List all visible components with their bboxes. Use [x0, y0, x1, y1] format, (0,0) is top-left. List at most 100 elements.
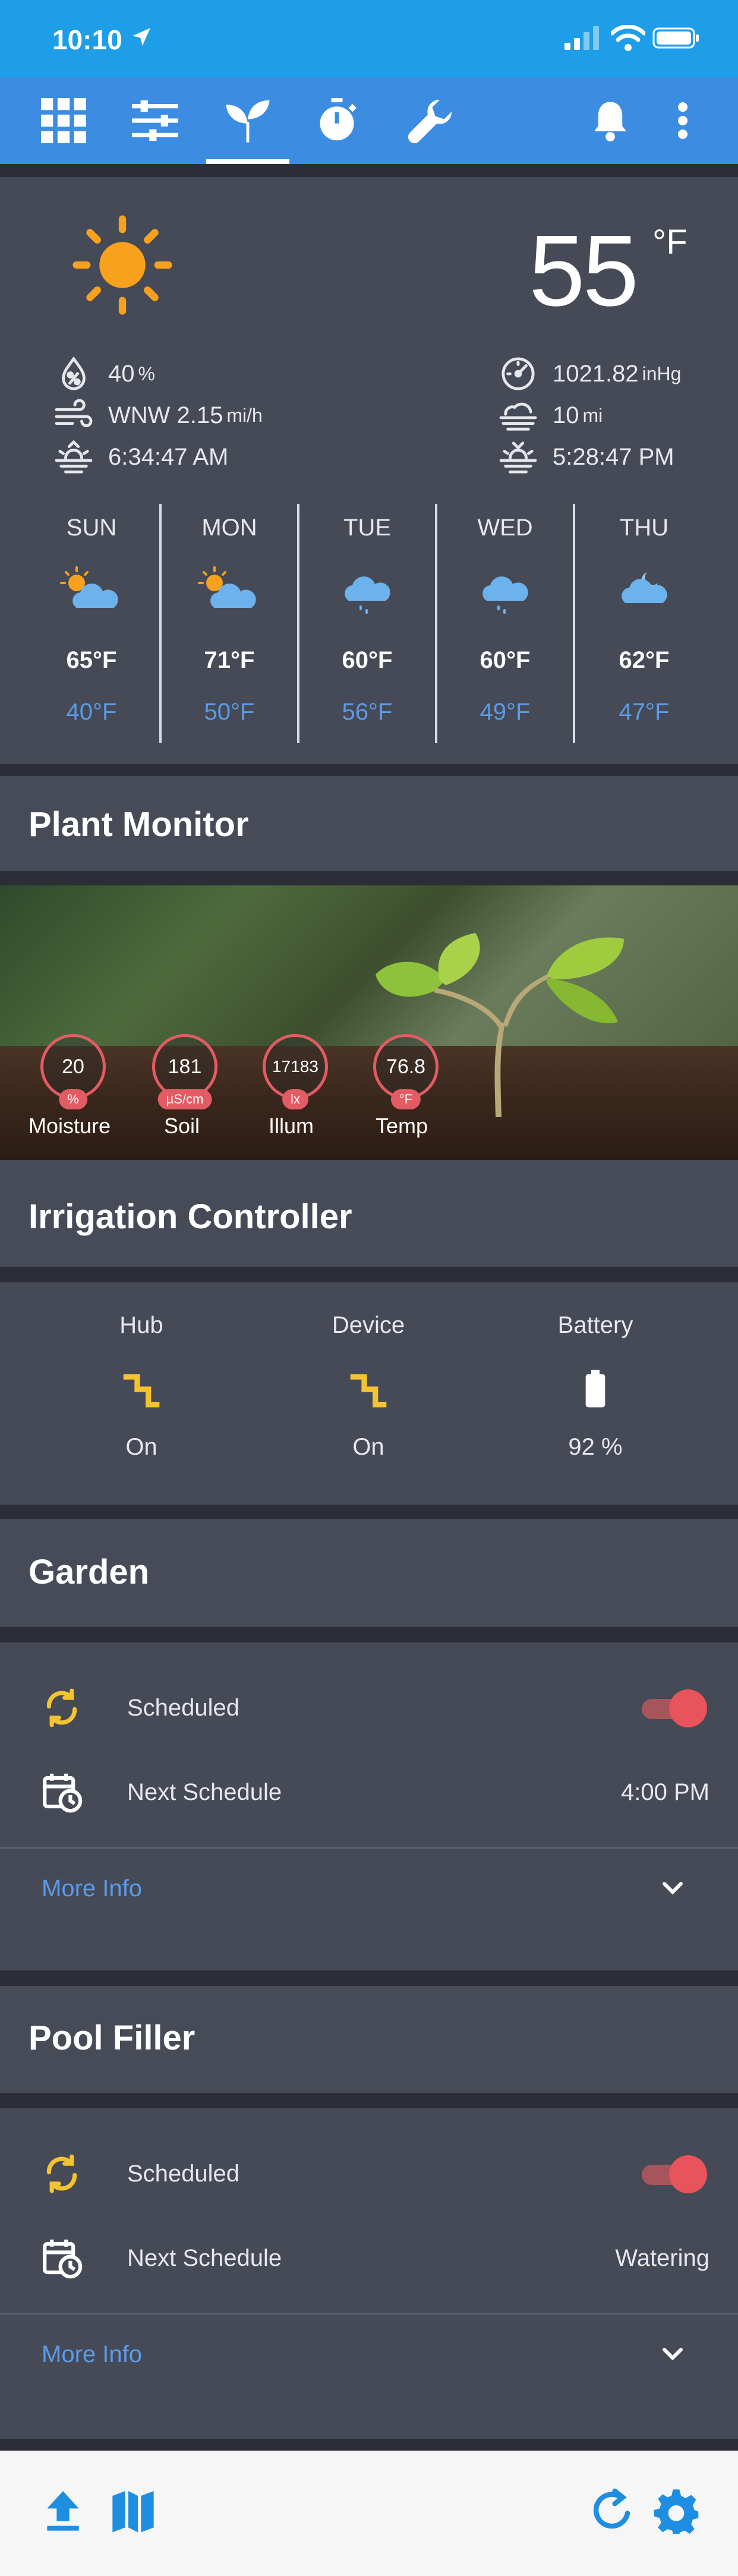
- cloudy-night-icon: [622, 572, 667, 603]
- sunset-icon: [499, 442, 537, 474]
- notifications-button[interactable]: [578, 89, 643, 152]
- more-info-link[interactable]: More Info: [42, 1875, 142, 1902]
- pressure-value: 1021.82: [553, 360, 639, 387]
- irrigation-status-card: Hub On Device On Battery 92 %: [0, 1282, 738, 1505]
- sun-icon: [72, 215, 172, 315]
- sliders-icon: [132, 100, 178, 141]
- status-value: On: [352, 1434, 384, 1460]
- section-title: Plant Monitor: [29, 805, 249, 844]
- chevron-down-icon[interactable]: [658, 1873, 687, 1902]
- gauge-label: Soil: [164, 1114, 200, 1138]
- humidity-row: 40%: [53, 357, 155, 391]
- map-icon[interactable]: [109, 2486, 157, 2534]
- chevron-down-icon[interactable]: [658, 2339, 687, 2367]
- forecast-day-name: SUN: [66, 515, 117, 541]
- forecast-day-name: WED: [477, 515, 533, 541]
- scheduled-toggle[interactable]: [642, 1687, 707, 1729]
- garden-header[interactable]: Garden: [0, 1519, 738, 1627]
- pool-filler-card: Scheduled Next Schedule Watering More In…: [0, 2108, 738, 2439]
- forecast-high: 60°F: [480, 647, 531, 673]
- status-value: On: [125, 1434, 157, 1460]
- wind-value: WNW 2.15: [108, 402, 223, 428]
- settings-gear-icon[interactable]: [652, 2486, 700, 2534]
- forecast-high: 71°F: [204, 647, 255, 673]
- scheduled-row: Scheduled: [0, 1672, 738, 1743]
- pressure-unit: inHg: [642, 362, 682, 384]
- forecast-day-name: TUE: [343, 515, 391, 541]
- stopwatch-icon: [320, 98, 357, 141]
- toggle-knob: [669, 2155, 707, 2193]
- battery-icon: [585, 1370, 605, 1408]
- fog-icon: [499, 402, 537, 431]
- gauge-value: 20: [62, 1055, 84, 1078]
- gauge-value: 76.8: [386, 1055, 426, 1078]
- refresh-icon[interactable]: [589, 2486, 637, 2534]
- rain-cloud-icon: [482, 576, 528, 614]
- scheduled-row: Scheduled: [0, 2138, 738, 2209]
- sunset-time: 5:28:47 PM: [553, 443, 674, 470]
- more-vertical-icon: [678, 102, 687, 139]
- temperature-gauge: 76.8 °F: [373, 1034, 439, 1109]
- status-label: Hub: [119, 1312, 163, 1338]
- scheduled-label: Scheduled: [127, 2160, 240, 2187]
- visibility-unit: mi: [582, 404, 603, 426]
- forecast-low: 49°F: [480, 699, 531, 725]
- section-title: Garden: [29, 1553, 150, 1591]
- weather-card: 55 °F 40% WNW 2.15 mi/h 6:34:47 AM 1021.8…: [0, 177, 738, 764]
- more-menu-button[interactable]: [650, 89, 715, 152]
- hub-status: Hub On: [64, 1312, 219, 1461]
- forecast-low: 50°F: [204, 699, 255, 725]
- forecast-low: 40°F: [66, 699, 117, 725]
- plant-monitor-header[interactable]: Plant Monitor: [0, 776, 738, 871]
- section-separator: [0, 764, 738, 776]
- sunrise-icon: [55, 440, 93, 474]
- section-title: Irrigation Controller: [29, 1197, 352, 1236]
- partly-sunny-icon: [198, 566, 256, 608]
- upload-icon[interactable]: [39, 2486, 87, 2534]
- grid-icon: [41, 98, 86, 143]
- forecast-day: WED 60°F 49°F: [437, 504, 575, 743]
- gauge-label: Temp: [376, 1114, 428, 1138]
- device-status: Device On: [291, 1312, 446, 1461]
- pool-filler-header[interactable]: Pool Filler: [0, 1986, 738, 2093]
- sunset-row: 5:28:47 PM: [498, 440, 674, 474]
- tab-settings-tools[interactable]: [398, 89, 463, 152]
- wrench-icon: [408, 99, 452, 144]
- status-time: 10:10: [52, 24, 122, 55]
- gauge-value: 17183: [272, 1057, 318, 1076]
- plant-monitor-image[interactable]: 20 % 181 µS/cm 17183 lx 76.8 °F Moisture…: [0, 885, 738, 1160]
- sprout-icon: [226, 100, 270, 143]
- next-schedule-label: Next Schedule: [127, 1779, 282, 1805]
- forecast-day-name: THU: [619, 515, 669, 541]
- tab-dashboard[interactable]: [31, 89, 96, 152]
- bottom-toolbar: [0, 2451, 738, 2576]
- temperature-unit: °F: [652, 223, 687, 261]
- partly-sunny-icon: [60, 566, 118, 608]
- tab-plants[interactable]: [206, 89, 289, 164]
- pressure-row: 1021.82 inHg: [498, 357, 681, 391]
- gauge-label: Moisture: [29, 1114, 111, 1138]
- sync-icon: [46, 2154, 77, 2193]
- gauge-unit: lx: [282, 1089, 308, 1109]
- forecast-day: SUN 65°F 40°F: [24, 504, 162, 743]
- wind-icon: [55, 399, 93, 427]
- wind-unit: mi/h: [226, 404, 263, 426]
- tab-controls[interactable]: [122, 89, 188, 152]
- section-separator: [0, 1627, 738, 1642]
- forecast-high: 60°F: [342, 647, 393, 673]
- moisture-gauge: 20 %: [40, 1034, 106, 1109]
- sunrise-row: 6:34:47 AM: [53, 440, 228, 474]
- irrigation-controller-header[interactable]: Irrigation Controller: [0, 1160, 738, 1267]
- card-divider: [0, 1847, 738, 1849]
- gauge-label: Illum: [269, 1114, 314, 1138]
- status-bar: 10:10: [0, 0, 738, 77]
- tab-timer[interactable]: [304, 89, 370, 152]
- forecast-day: MON 71°F 50°F: [162, 504, 299, 743]
- top-toolbar: [0, 77, 738, 164]
- next-schedule-row: Next Schedule 4:00 PM: [0, 1757, 738, 1828]
- rain-cloud-icon: [345, 576, 390, 614]
- more-info-link[interactable]: More Info: [42, 2341, 142, 2368]
- forecast-low: 47°F: [619, 699, 670, 725]
- barometer-icon: [502, 357, 535, 390]
- scheduled-toggle[interactable]: [642, 2153, 707, 2195]
